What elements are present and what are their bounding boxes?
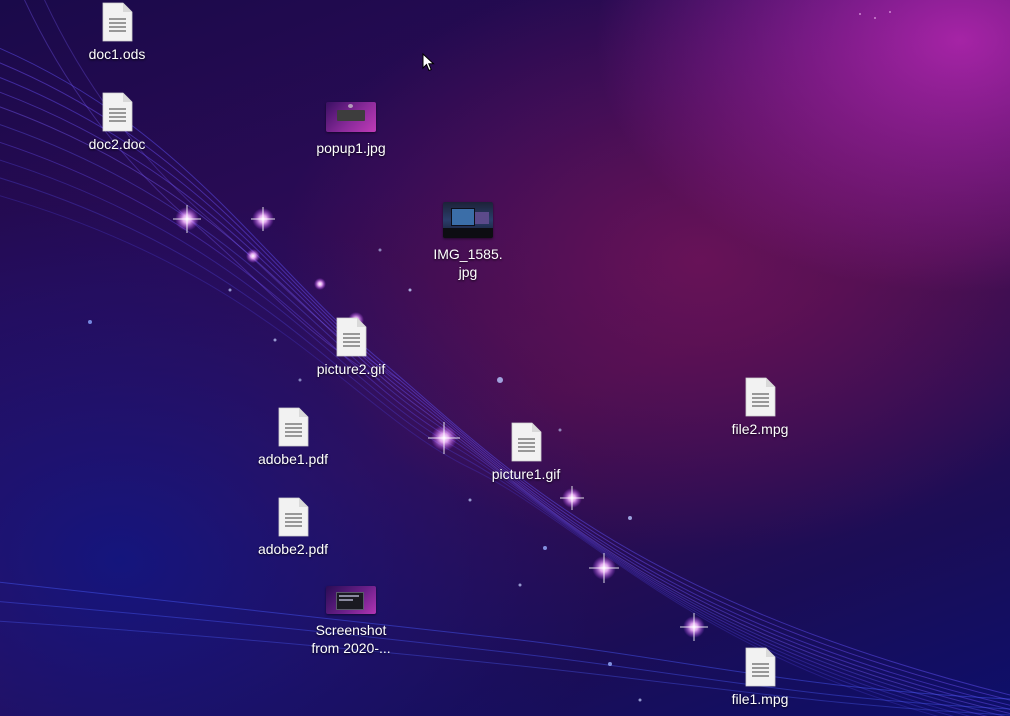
desktop-icon-img1585[interactable]: IMG_1585. jpg xyxy=(413,196,523,281)
desktop-icon-picture1[interactable]: picture1.gif xyxy=(471,422,581,483)
desktop-icon-doc1[interactable]: doc1.ods xyxy=(62,2,172,63)
document-icon xyxy=(278,407,309,447)
desktop-icon-label: adobe1.pdf xyxy=(257,451,329,467)
desktop-icon-label: file1.mpg xyxy=(731,691,789,707)
desktop-icon-label: picture2.gif xyxy=(316,361,386,377)
desktop-icon-adobe2[interactable]: adobe2.pdf xyxy=(238,497,348,558)
desktop-icon-label: doc1.ods xyxy=(88,46,146,62)
mouse-pointer-icon xyxy=(422,53,435,72)
desktop-icon-doc2[interactable]: doc2.doc xyxy=(62,92,172,153)
desktop-icon-picture2[interactable]: picture2.gif xyxy=(296,317,406,378)
document-icon xyxy=(745,377,776,417)
document-icon xyxy=(745,647,776,687)
desktop-icon-label: file2.mpg xyxy=(731,421,789,437)
desktop-icon-file2[interactable]: file2.mpg xyxy=(705,377,815,438)
desktop-icon-adobe1[interactable]: adobe1.pdf xyxy=(238,407,348,468)
image-thumbnail xyxy=(326,102,376,132)
desktop-icon-popup1[interactable]: popup1.jpg xyxy=(296,96,406,157)
desktop-icon-label: adobe2.pdf xyxy=(257,541,329,557)
document-icon xyxy=(336,317,367,357)
desktop-icon-file1[interactable]: file1.mpg xyxy=(705,647,815,708)
desktop[interactable]: doc1.ods doc2.doc popup1.jpg IMG_1585. j… xyxy=(0,0,1010,716)
document-icon xyxy=(511,422,542,462)
desktop-icon-label: Screenshot from 2020-... xyxy=(311,622,391,656)
image-thumbnail xyxy=(326,586,376,614)
image-thumbnail xyxy=(443,202,493,238)
desktop-icon-label: picture1.gif xyxy=(491,466,561,482)
document-icon xyxy=(102,2,133,42)
desktop-icon-label: doc2.doc xyxy=(88,136,146,152)
desktop-icon-screenshot[interactable]: Screenshot from 2020-... xyxy=(296,580,406,657)
document-icon xyxy=(102,92,133,132)
desktop-icon-label: IMG_1585. jpg xyxy=(433,246,503,280)
document-icon xyxy=(278,497,309,537)
desktop-icon-label: popup1.jpg xyxy=(316,140,386,156)
